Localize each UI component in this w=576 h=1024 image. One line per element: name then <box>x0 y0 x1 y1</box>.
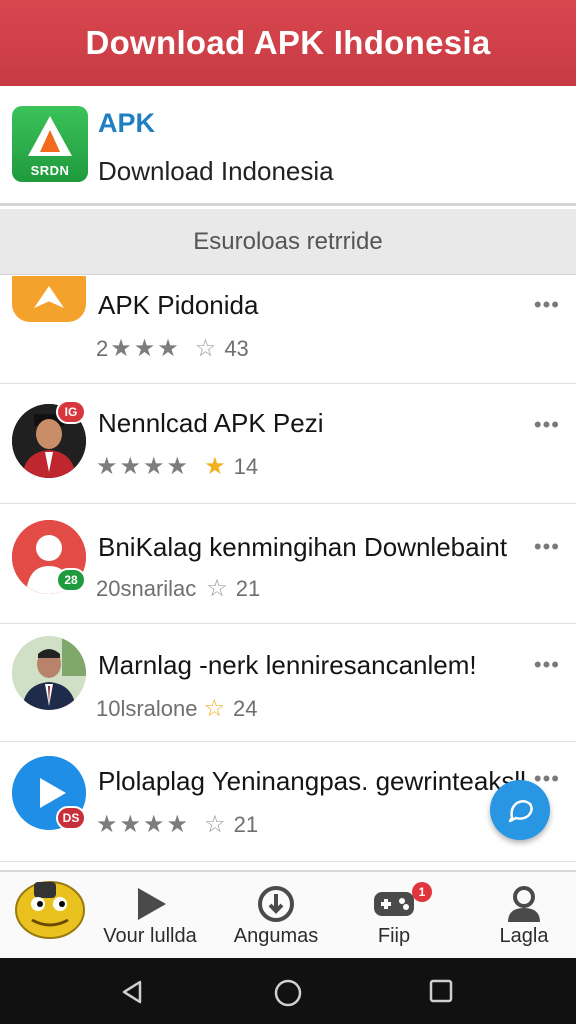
rating-count: 21 <box>235 576 261 601</box>
list-item[interactable]: 28 BniKalag kenmingihan Downlebaint 20sn… <box>0 504 576 624</box>
nav-item-game[interactable]: 1 Fiip <box>344 872 444 960</box>
item-rating: 2 ★ ★ ★ ☆ 43 <box>96 336 249 362</box>
home-icon[interactable] <box>273 978 303 1008</box>
rating-count: 21 <box>233 812 259 837</box>
item-rating: ★ ★ ★ ★ ☆ 21 <box>96 812 258 838</box>
nav-label: Lagla <box>499 925 549 947</box>
rating-count: 14 <box>233 454 259 479</box>
more-options-icon[interactable]: ••• <box>534 412 560 438</box>
more-options-icon[interactable]: ••• <box>534 652 560 678</box>
page-title: Download APK Ihdonesia <box>85 24 491 61</box>
list-item[interactable]: APK Pidonida 2 ★ ★ ★ ☆ 43 ••• <box>0 276 576 384</box>
person-icon <box>508 886 540 922</box>
nav-item-emoji[interactable] <box>6 872 94 960</box>
item-title: BniKalag kenmingihan Downlebaint <box>98 532 508 562</box>
star-outline-icon: ☆ <box>206 575 228 602</box>
download-circle-icon <box>258 886 294 922</box>
play-icon <box>138 888 166 920</box>
nav-label: Angumas <box>233 925 319 947</box>
star-icon: ★ <box>110 335 132 362</box>
recents-icon[interactable] <box>428 978 454 1004</box>
top-app-bar: Download APK Ihdonesia <box>0 0 576 86</box>
item-title: Marnlag -nerk lenniresancanlem! <box>98 650 477 680</box>
notification-badge: 1 <box>412 882 432 902</box>
item-rating: 10lsralone ☆ 24 <box>96 696 258 722</box>
avatar <box>12 636 86 710</box>
rating-count: 43 <box>224 336 249 361</box>
rating-prefix: 20snarilac <box>96 576 197 601</box>
list-item[interactable]: IG Nennlcad APK Pezi ★ ★ ★ ★ ★ 14 ••• <box>0 384 576 504</box>
item-title: Nennlcad APK Pezi <box>98 408 324 438</box>
nav-item-download[interactable]: Angumas <box>226 872 326 960</box>
item-title: APK Pidonida <box>98 290 259 320</box>
star-icon: ★ <box>119 811 142 838</box>
star-outline-icon: ☆ <box>204 811 226 838</box>
list-item[interactable]: DS Plolaplag Yeninangpas. gewrinteaksll … <box>0 742 576 862</box>
star-icon: ★ <box>166 453 189 480</box>
section-header: Esuroloas retrride <box>0 209 576 275</box>
rating-prefix: 10lsralone <box>96 696 198 721</box>
gamepad-icon <box>374 892 414 916</box>
star-icon: ★ <box>143 811 165 838</box>
star-icon: ★ <box>157 335 179 362</box>
star-outline-icon: ☆ <box>194 335 217 362</box>
star-icon: ★ <box>133 335 156 362</box>
star-icon: ★ <box>143 453 165 480</box>
star-icon: ★ <box>166 811 189 838</box>
nav-item-play[interactable]: Vour lullda <box>100 872 200 960</box>
list-item[interactable]: Marnlag -nerk lenniresancanlem! 10lsralo… <box>0 624 576 742</box>
item-rating: ★ ★ ★ ★ ★ 14 <box>96 454 258 480</box>
nav-label: Fiip <box>377 925 411 947</box>
avatar-badge: DS <box>56 806 86 830</box>
rating-prefix: 2 <box>96 336 109 361</box>
chat-fab[interactable] <box>490 780 550 840</box>
section-title: Esuroloas retrride <box>193 227 383 255</box>
orange-app-icon <box>12 276 86 322</box>
emoji-face-icon <box>15 881 85 939</box>
star-gold-icon: ☆ <box>203 695 226 722</box>
nav-label: Vour lullda <box>103 925 197 947</box>
back-icon[interactable] <box>118 978 146 1006</box>
system-nav-bar <box>0 958 576 1024</box>
star-gold-icon: ★ <box>204 453 226 480</box>
star-icon: ★ <box>96 453 118 480</box>
app-header[interactable]: SRDN APK Download Indonesia <box>0 86 576 206</box>
app-logo-text: SRDN <box>30 163 70 178</box>
item-title: Plolaplag Yeninangpas. gewrinteaksll <box>98 766 526 796</box>
star-icon: ★ <box>119 453 142 480</box>
app-name: APK <box>98 108 156 138</box>
item-rating: 20snarilac ☆ 21 <box>96 576 260 602</box>
star-icon: ★ <box>96 811 118 838</box>
app-logo: SRDN <box>12 106 88 182</box>
chat-bubble-icon <box>508 800 533 823</box>
avatar-badge: 28 <box>56 568 86 592</box>
rating-count: 24 <box>233 696 258 721</box>
avatar-badge: IG <box>56 400 86 424</box>
bottom-navigation: Vour lullda Angumas 1 Fiip Lagla <box>0 870 576 958</box>
app-subtitle: Download Indonesia <box>98 156 334 186</box>
more-options-icon[interactable]: ••• <box>534 292 560 318</box>
more-options-icon[interactable]: ••• <box>534 534 560 560</box>
nav-item-profile[interactable]: Lagla <box>474 872 574 960</box>
